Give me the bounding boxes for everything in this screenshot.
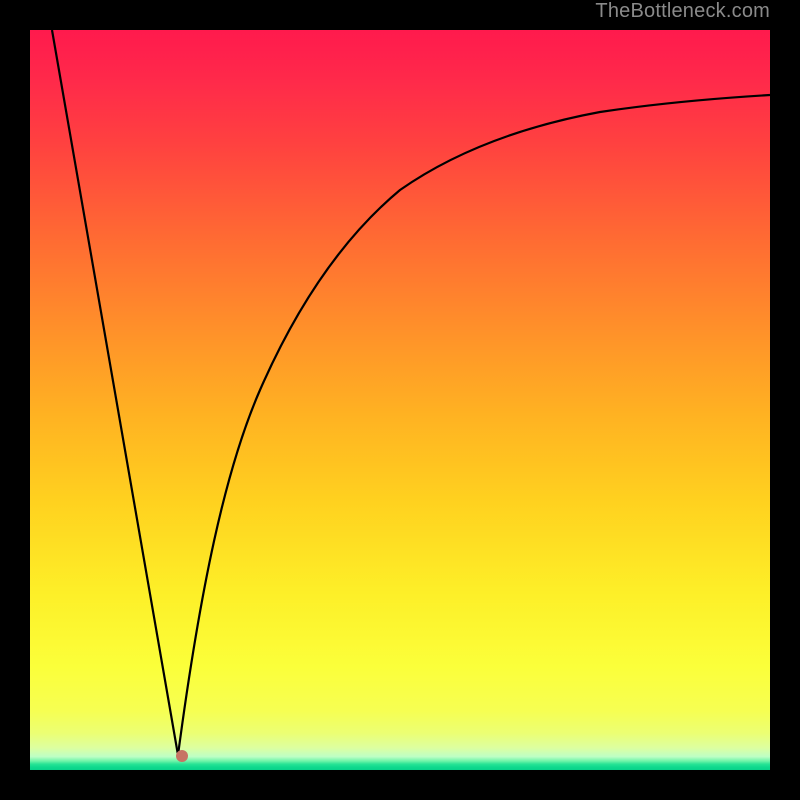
curve-layer	[30, 30, 770, 770]
watermark-text: TheBottleneck.com	[595, 0, 770, 23]
min-point-marker	[176, 750, 188, 762]
right-curve	[178, 95, 770, 755]
left-line	[52, 30, 178, 755]
plot-area	[30, 30, 770, 770]
chart-frame: TheBottleneck.com	[0, 0, 800, 800]
